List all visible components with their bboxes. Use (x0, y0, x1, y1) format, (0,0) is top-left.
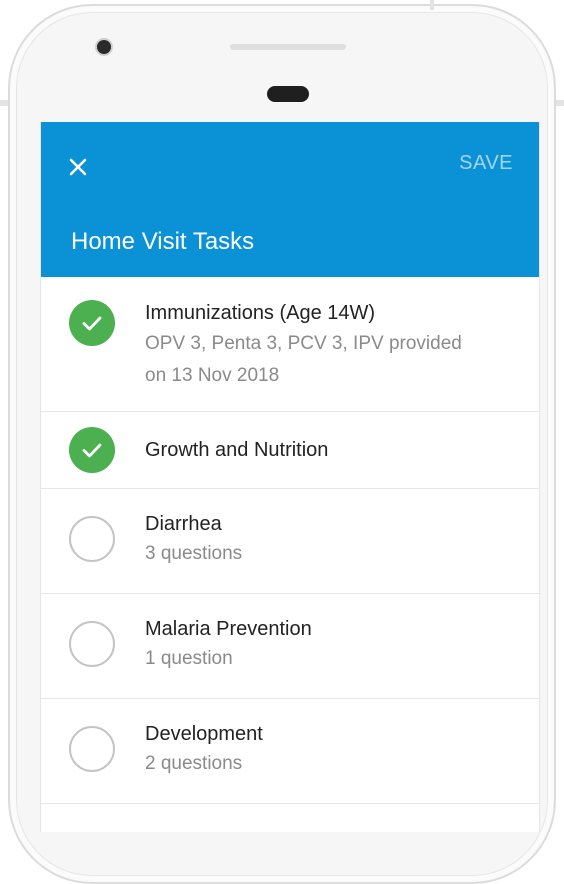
task-item-development[interactable]: Development 2 questions (41, 699, 539, 804)
page-title: Home Visit Tasks (71, 228, 255, 255)
task-title: Growth and Nutrition (145, 439, 329, 461)
task-subtitle: on 13 Nov 2018 (145, 365, 280, 386)
app-screen: SAVE Home Visit Tasks Immunizations (Age… (40, 122, 540, 832)
task-item-growth-nutrition[interactable]: Growth and Nutrition (41, 412, 539, 489)
task-title: Malaria Prevention (145, 618, 312, 640)
task-open-checkbox[interactable] (69, 516, 115, 562)
checkmark-icon (82, 443, 102, 458)
task-item-diarrhea[interactable]: Diarrhea 3 questions (41, 489, 539, 594)
close-button[interactable] (61, 150, 95, 184)
task-title: Diarrhea (145, 513, 222, 535)
app-bar: SAVE Home Visit Tasks (41, 122, 539, 277)
side-button (0, 100, 8, 106)
speaker-grille (230, 44, 346, 50)
task-subtitle: OPV 3, Penta 3, PCV 3, IPV provided (145, 333, 462, 354)
task-item-malaria-prevention[interactable]: Malaria Prevention 1 question (41, 594, 539, 699)
earpiece-speaker (267, 86, 309, 102)
task-open-checkbox[interactable] (69, 621, 115, 667)
task-completed-checkbox[interactable] (69, 427, 115, 473)
task-subtitle: 3 questions (145, 543, 243, 564)
task-open-checkbox[interactable] (69, 726, 115, 772)
save-button[interactable]: SAVE (459, 152, 513, 175)
front-camera (97, 40, 111, 54)
checkmark-icon (82, 316, 102, 331)
task-title: Development (145, 723, 263, 745)
task-completed-checkbox[interactable] (69, 300, 115, 346)
task-item-immunizations[interactable]: Immunizations (Age 14W) OPV 3, Penta 3, … (41, 277, 539, 412)
power-button (430, 0, 434, 10)
side-button (556, 100, 564, 106)
task-title: Immunizations (Age 14W) (145, 302, 376, 324)
task-subtitle: 1 question (145, 648, 233, 669)
task-subtitle: 2 questions (145, 753, 243, 774)
close-icon (69, 158, 87, 176)
